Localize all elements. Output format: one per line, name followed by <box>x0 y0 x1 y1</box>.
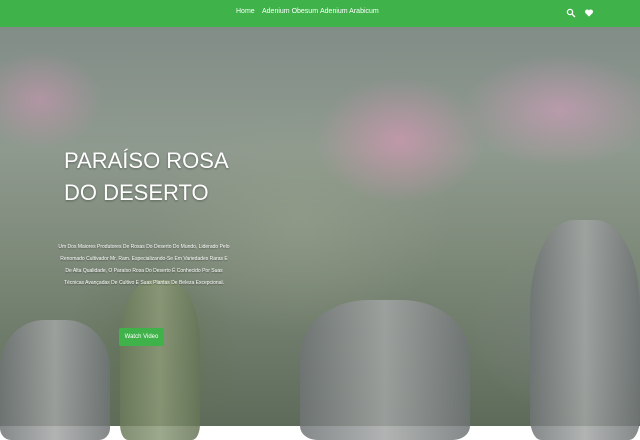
heart-icon[interactable] <box>584 8 594 18</box>
plant-trunk <box>300 300 470 440</box>
hero-title-line2: DO DESERTO <box>64 180 209 205</box>
top-navbar: Home Adenium Obesum Adenium Arabicum <box>0 0 640 27</box>
plant-trunk <box>0 320 110 440</box>
nav-link-home[interactable]: Home <box>236 8 255 15</box>
hero-background <box>0 0 640 440</box>
nav-link-adenium-obesum[interactable]: Adenium Obesum <box>262 8 318 15</box>
watch-video-button[interactable]: Watch Video <box>119 328 164 346</box>
hero-title-line1: PARAÍSO ROSA <box>64 148 229 173</box>
hero-title: PARAÍSO ROSA DO DESERTO <box>64 145 229 209</box>
pot <box>120 280 200 440</box>
hero-description: Um Dos Maiores Produtores De Rosas Do De… <box>58 244 230 286</box>
nav-link-adenium-arabicum[interactable]: Adenium Arabicum <box>320 8 379 15</box>
plant-trunk <box>530 220 640 440</box>
search-icon[interactable] <box>566 8 576 18</box>
